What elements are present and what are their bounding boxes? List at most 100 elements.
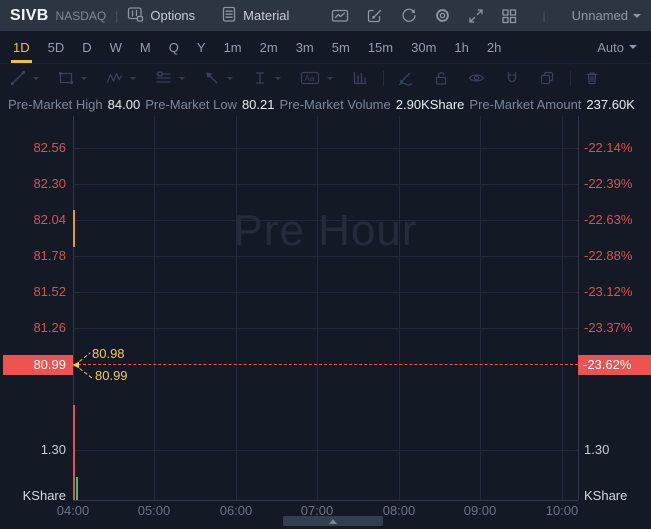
gridline-horizontal	[73, 256, 578, 257]
options-chart-icon	[127, 6, 144, 26]
trading-chart-window: SIVB NASDAQ | Options Material | Unnamed…	[0, 0, 651, 529]
price-callout-lower: 80.99	[95, 368, 128, 383]
premarket-stats-bar: Pre-Market High 84.00 Pre-Market Low 80.…	[0, 92, 651, 116]
time-axis-tick: 04:00	[56, 503, 90, 518]
chevron-down-icon	[33, 76, 39, 80]
last-change-badge: -23.62%	[578, 355, 651, 375]
premarket-high-label: Pre-Market High	[8, 96, 103, 112]
premarket-amount-label: Pre-Market Amount	[469, 96, 582, 112]
premarket-high-value: 84.00	[107, 96, 141, 112]
timeframe-tab-d[interactable]: D	[73, 31, 100, 63]
premarket-low-value: 80.21	[241, 96, 275, 112]
session-watermark: Pre Hour	[233, 206, 418, 255]
trend-line-tool-button[interactable]	[10, 70, 39, 86]
drawing-toolbar: Aa	[0, 63, 651, 92]
timeframe-tab-q[interactable]: Q	[160, 31, 188, 63]
chart-monitor-icon[interactable]	[331, 8, 349, 24]
arrow-tool-button[interactable]	[204, 70, 233, 86]
fullscreen-icon[interactable]	[468, 8, 484, 24]
candle-wick	[73, 210, 75, 247]
price-callout-upper: 80.98	[92, 346, 125, 361]
trash-icon[interactable]	[584, 70, 600, 86]
timeframe-tab-1d[interactable]: 1D	[4, 31, 39, 63]
options-menu-label: Options	[150, 8, 196, 23]
price-chart[interactable]: Pre Hour 82.56 82.30 82.04 81.78 81.52 8…	[0, 116, 651, 529]
timeframe-tab-3m[interactable]: 3m	[287, 31, 323, 63]
chevron-down-icon	[275, 76, 281, 80]
timeframe-tab-y[interactable]: Y	[188, 31, 215, 63]
chevron-down-icon	[179, 76, 185, 80]
gridline-horizontal	[73, 184, 578, 185]
time-axis-tick: 05:00	[137, 503, 171, 518]
layout-name-dropdown[interactable]: Unnamed	[572, 8, 641, 23]
toolbar-divider	[383, 70, 384, 86]
shape-tool-button[interactable]	[58, 70, 87, 86]
price-axis-label: 81.52	[33, 284, 66, 299]
volume-gridline	[73, 450, 578, 451]
price-axis-label: 82.04	[33, 212, 66, 227]
timeframe-tab-5d[interactable]: 5D	[39, 31, 74, 63]
premarket-amount-value: 237.60K	[586, 96, 635, 112]
gridline-horizontal	[73, 292, 578, 293]
auto-label: Auto	[597, 39, 624, 55]
symbol-ticker: SIVB	[10, 6, 49, 24]
settings-gear-icon[interactable]	[434, 7, 451, 24]
measure-tool-button[interactable]	[252, 70, 281, 86]
layout-name-label: Unnamed	[571, 8, 628, 23]
premarket-volume-label: Pre-Market Volume	[279, 96, 391, 112]
time-axis-tick: 06:00	[219, 503, 253, 518]
gridline-vertical	[399, 116, 400, 500]
timeframe-tab-w[interactable]: W	[101, 31, 131, 63]
gridline-horizontal	[73, 220, 578, 221]
material-menu-button[interactable]: Material	[221, 6, 289, 26]
timeframe-tab-15m[interactable]: 15m	[359, 31, 402, 63]
edit-pencil-icon[interactable]	[366, 7, 383, 24]
change-axis-label: -22.63%	[584, 212, 633, 227]
header-icon-group: | Unnamed	[331, 7, 641, 24]
timeframe-tab-2h[interactable]: 2h	[478, 31, 510, 63]
header-separator-2: |	[542, 8, 546, 23]
refresh-icon[interactable]	[400, 7, 417, 24]
gann-tool-button[interactable]	[155, 70, 185, 86]
exchange-label: NASDAQ	[55, 8, 107, 23]
timeframe-tab-1h[interactable]: 1h	[445, 31, 477, 63]
visibility-eye-icon[interactable]	[468, 70, 485, 86]
grid-layout-icon[interactable]	[501, 8, 517, 24]
options-menu-button[interactable]: Options	[127, 6, 195, 26]
brush-tool-button[interactable]	[397, 70, 414, 86]
timeframe-tab-1m[interactable]: 1m	[215, 31, 251, 63]
price-axis-label: 82.30	[33, 176, 66, 191]
price-axis-label: 82.56	[33, 140, 66, 155]
change-axis-label: -23.12%	[584, 284, 633, 299]
wave-pattern-tool-button[interactable]	[106, 70, 136, 86]
panel-expand-handle[interactable]	[283, 516, 383, 526]
change-axis-label: -22.14%	[584, 140, 633, 155]
timeframe-tab-2m[interactable]: 2m	[251, 31, 287, 63]
timeframe-tab-30m[interactable]: 30m	[402, 31, 445, 63]
header-separator: |	[115, 8, 119, 23]
clone-layers-icon[interactable]	[539, 70, 555, 86]
timeframe-bar: 1D 5D D W M Q Y 1m 2m 3m 5m 15m 30m 1h 2…	[0, 31, 651, 63]
gridline-horizontal	[73, 148, 578, 149]
price-axis-label: 81.26	[33, 320, 66, 335]
chart-pattern-tool-button[interactable]	[352, 70, 368, 86]
volume-bar-green	[76, 477, 78, 500]
price-axis-label: 81.78	[33, 248, 66, 263]
premarket-low-label: Pre-Market Low	[145, 96, 237, 112]
text-tool-button[interactable]: Aa	[300, 70, 333, 86]
gridline-vertical	[236, 116, 237, 500]
gridline-horizontal	[73, 328, 578, 329]
auto-dropdown[interactable]: Auto	[597, 40, 637, 55]
change-axis-label: -22.39%	[584, 176, 633, 191]
chevron-down-icon	[81, 76, 87, 80]
arrow-up-icon	[329, 518, 337, 524]
timeframe-tab-m[interactable]: M	[131, 31, 160, 63]
unlock-icon[interactable]	[433, 70, 449, 86]
magnet-icon[interactable]	[504, 70, 520, 86]
timeframe-tab-5m[interactable]: 5m	[323, 31, 359, 63]
chevron-down-icon	[629, 45, 637, 49]
change-axis-label: -22.88%	[584, 248, 633, 263]
right-axis-border	[578, 116, 579, 500]
volume-unit-right: KShare	[584, 488, 628, 503]
last-price-badge: 80.99	[3, 355, 73, 375]
